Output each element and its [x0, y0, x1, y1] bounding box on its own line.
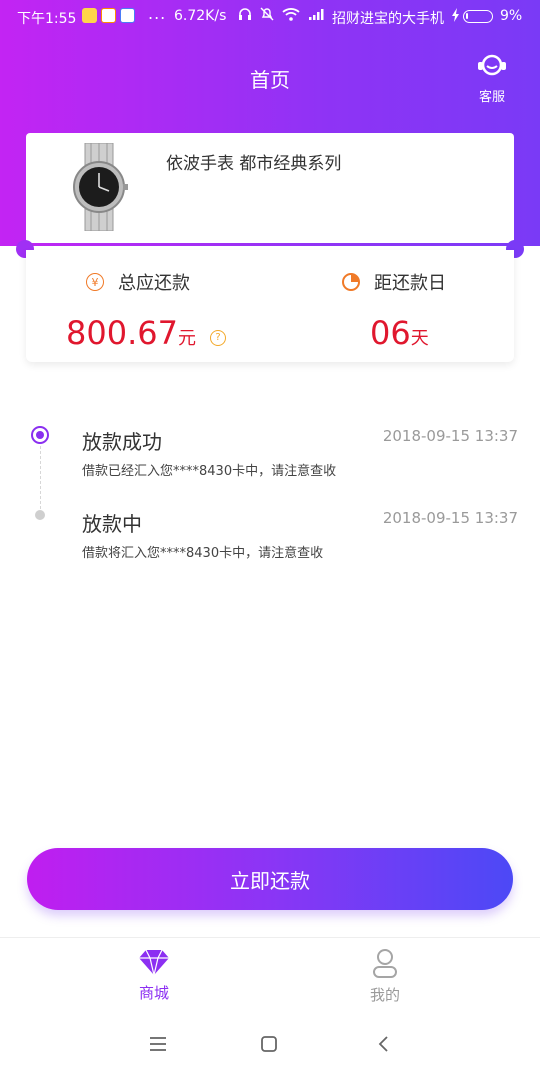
app-notification-icon [120, 8, 135, 23]
total-amount-value: 800.67 [66, 314, 178, 352]
total-repayment-label-row: ¥ 总应还款 [86, 268, 190, 296]
customer-service-button[interactable]: 客服 [474, 52, 510, 105]
timeline-desc: 借款已经汇入您****8430卡中，请注意查收 [82, 464, 337, 479]
wifi-icon [282, 8, 300, 21]
status-time: 下午1:55 [17, 11, 77, 27]
loan-summary-card: ¥ 总应还款 距还款日 800.67元? 06天 [26, 250, 514, 362]
timeline-connector [40, 446, 41, 514]
network-speed: 6.72K/s [174, 8, 227, 24]
status-bar: 下午1:55 ... 6.72K/s 招财进宝的大手机 9% [0, 0, 540, 34]
days-to-due-value: 06 [370, 314, 411, 352]
total-amount-unit: 元 [177, 328, 196, 349]
countdown-pie-icon [342, 273, 360, 291]
home-icon[interactable] [261, 1036, 277, 1052]
timeline-title: 放款成功 [82, 430, 162, 454]
repay-now-button[interactable]: 立即还款 [27, 848, 513, 910]
total-repayment-label: 总应还款 [118, 273, 190, 294]
bottom-tab-bar: 商城 我的 [0, 937, 540, 1018]
tab-mine-label: 我的 [369, 986, 400, 1004]
days-to-due-unit: 天 [410, 328, 429, 349]
due-date-label: 距还款日 [374, 273, 446, 294]
battery-icon [463, 10, 493, 23]
back-icon[interactable] [377, 1036, 389, 1052]
timeline-desc: 借款将汇入您****8430卡中，请注意查收 [82, 546, 324, 561]
tab-mall[interactable]: 商城 [104, 948, 204, 1003]
customer-service-label: 客服 [478, 90, 505, 105]
mute-icon [260, 7, 274, 21]
battery-level [466, 13, 468, 19]
product-name: 依波手表 都市经典系列 [166, 154, 342, 174]
headset-icon [239, 8, 251, 20]
timeline-time: 2018-09-15 13:37 [382, 427, 518, 445]
battery-percent: 9% [500, 8, 523, 24]
tab-mall-label: 商城 [138, 984, 169, 1002]
system-nav-bar [0, 1018, 540, 1080]
customer-service-icon [478, 54, 506, 76]
menu-icon[interactable] [149, 1036, 167, 1052]
diamond-icon [139, 949, 169, 976]
timeline-dot-active [31, 426, 49, 444]
yen-icon: ¥ [86, 273, 104, 291]
notification-icons [82, 8, 135, 23]
user-icon [373, 949, 397, 978]
product-card[interactable]: 依波手表 都市经典系列 [26, 133, 514, 243]
app-notification-icon [101, 8, 116, 23]
system-icons [238, 7, 326, 21]
timeline-title: 放款中 [82, 512, 142, 536]
watch-image [73, 143, 128, 231]
timeline-dot-inactive [35, 510, 45, 520]
signal-icon [309, 9, 324, 20]
more-notifications-icon: ... [148, 4, 167, 23]
app-notification-icon [82, 8, 97, 23]
carrier-name: 招财进宝的大手机 [332, 11, 444, 27]
help-icon[interactable]: ? [209, 330, 226, 346]
total-amount: 800.67元? [66, 314, 226, 352]
tab-mine[interactable]: 我的 [335, 948, 435, 1005]
days-to-due: 06天 [370, 314, 429, 352]
timeline-time: 2018-09-15 13:37 [382, 509, 518, 527]
due-date-label-row: 距还款日 [342, 268, 446, 296]
page-title: 首页 [250, 68, 290, 92]
charging-icon [452, 8, 459, 22]
